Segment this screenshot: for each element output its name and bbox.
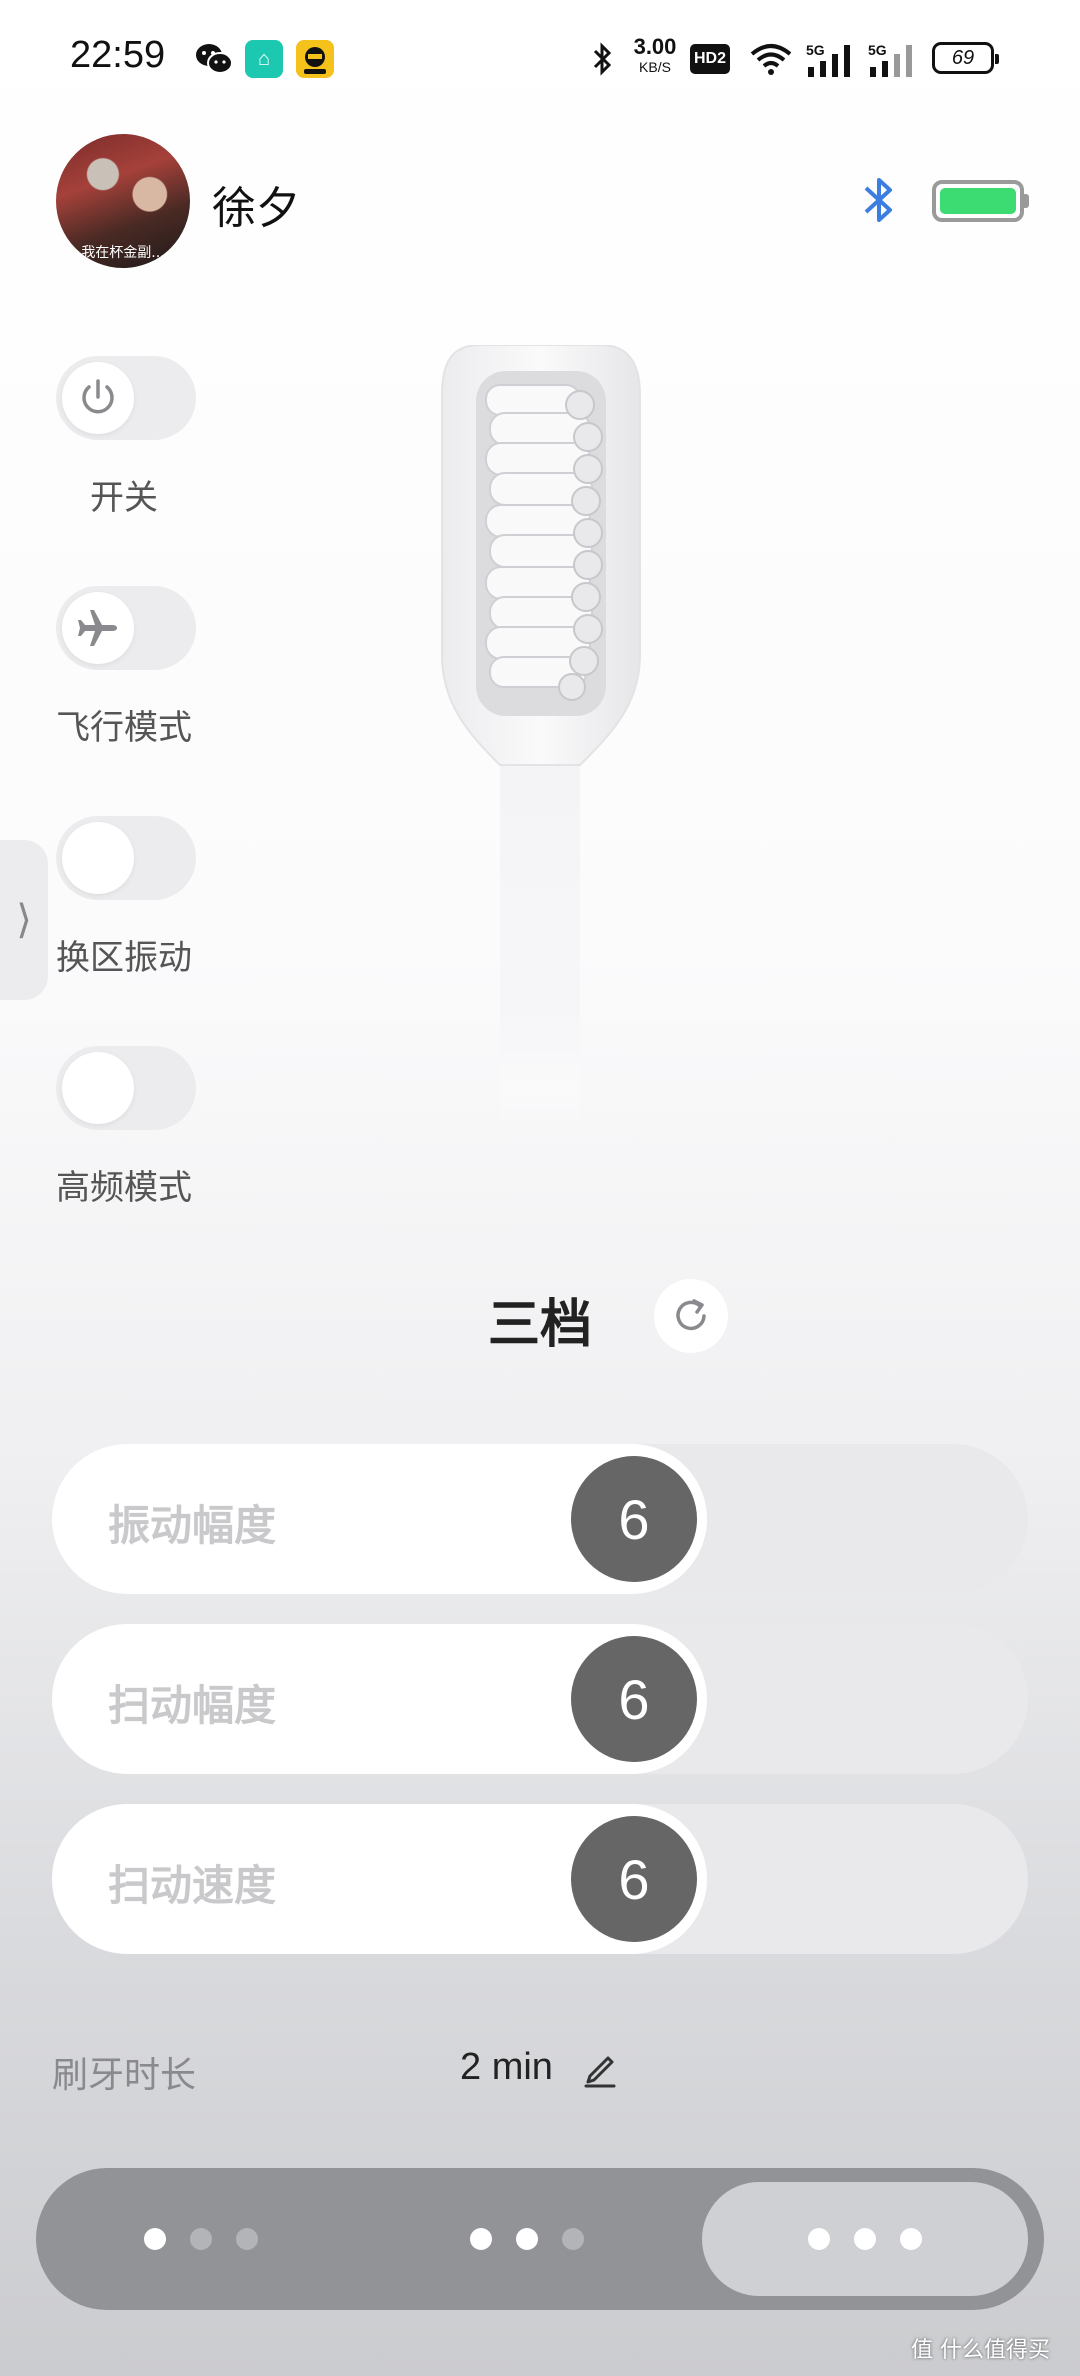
sweep-speed-slider[interactable]: 扫动速度 6 bbox=[52, 1804, 1028, 1954]
zone-vibration-knob bbox=[62, 822, 134, 894]
page-dot bbox=[236, 2228, 258, 2250]
page-dot bbox=[900, 2228, 922, 2250]
signal-5g-icon-2: 5G bbox=[868, 40, 918, 78]
signal1-label: 5G bbox=[806, 42, 825, 58]
wechat-icon bbox=[192, 40, 236, 78]
page-dot bbox=[470, 2228, 492, 2250]
mode-tab-3[interactable] bbox=[702, 2182, 1028, 2296]
user-name[interactable]: 徐夕 bbox=[212, 172, 300, 236]
page-dot bbox=[190, 2228, 212, 2250]
page-dot bbox=[516, 2228, 538, 2250]
network-speed: 3.00 KB/S bbox=[633, 34, 677, 75]
page-dot bbox=[144, 2228, 166, 2250]
app-notification-icon bbox=[296, 40, 334, 78]
slider-label: 扫动速度 bbox=[108, 1861, 277, 1910]
signal2-label: 5G bbox=[868, 42, 887, 58]
page-dot bbox=[562, 2228, 584, 2250]
high-frequency-label: 高频模式 bbox=[56, 1168, 192, 1208]
power-toggle[interactable] bbox=[56, 356, 196, 440]
power-toggle-label: 开关 bbox=[90, 478, 158, 518]
page-dot bbox=[854, 2228, 876, 2250]
status-time: 22:59 bbox=[70, 34, 166, 76]
slider-knob[interactable]: 6 bbox=[571, 1636, 697, 1762]
device-battery-fill bbox=[940, 188, 1016, 214]
bluetooth-icon[interactable] bbox=[858, 174, 902, 226]
zone-vibration-toggle[interactable] bbox=[56, 816, 196, 900]
side-panel-handle[interactable]: ⟩ bbox=[0, 840, 48, 1000]
brushing-duration-label: 刷牙时长 bbox=[52, 2055, 197, 2096]
chevron-right-icon: ⟩ bbox=[16, 897, 32, 943]
mi-home-icon: ⌂ bbox=[245, 40, 283, 78]
slider-knob[interactable]: 6 bbox=[571, 1456, 697, 1582]
slider-knob[interactable]: 6 bbox=[571, 1816, 697, 1942]
mode-title: 三档 bbox=[487, 1295, 592, 1355]
refresh-icon bbox=[676, 1299, 706, 1331]
avatar-caption: 我在杯金副... bbox=[81, 245, 165, 261]
signal-5g-icon: 5G bbox=[806, 40, 856, 78]
high-frequency-toggle[interactable] bbox=[56, 1046, 196, 1130]
sweep-amplitude-slider[interactable]: 扫动幅度 6 bbox=[52, 1624, 1028, 1774]
power-icon bbox=[82, 379, 114, 414]
edit-icon[interactable] bbox=[582, 2048, 618, 2088]
slider-label: 振动幅度 bbox=[108, 1501, 277, 1550]
page-dot bbox=[808, 2228, 830, 2250]
hd-voice-icon: HD2 bbox=[690, 44, 730, 74]
avatar[interactable]: 我在杯金副... bbox=[56, 134, 190, 268]
bottom-mode-switcher bbox=[36, 2168, 1044, 2310]
airplane-icon bbox=[78, 610, 117, 646]
watermark: 值 什么值得买 bbox=[911, 2338, 1050, 2363]
phone-battery-icon: 69 bbox=[932, 42, 999, 74]
brushing-duration-value[interactable]: 2 min bbox=[460, 2046, 553, 2089]
airplane-mode-label: 飞行模式 bbox=[56, 708, 192, 748]
airplane-mode-toggle[interactable] bbox=[56, 586, 196, 670]
zone-vibration-label: 换区振动 bbox=[56, 938, 192, 978]
wifi-icon bbox=[748, 40, 794, 78]
mode-tab-2[interactable] bbox=[372, 2182, 682, 2296]
toothbrush-head-image bbox=[441, 345, 641, 1125]
airplane-toggle-knob bbox=[62, 592, 134, 664]
vibration-amplitude-slider[interactable]: 振动幅度 6 bbox=[52, 1444, 1028, 1594]
device-battery-icon bbox=[932, 180, 1029, 222]
bluetooth-status-icon bbox=[588, 40, 618, 78]
power-toggle-knob bbox=[62, 362, 134, 434]
mode-tab-1[interactable] bbox=[46, 2182, 356, 2296]
slider-label: 扫动幅度 bbox=[108, 1681, 277, 1730]
reset-button[interactable] bbox=[654, 1279, 728, 1353]
high-frequency-knob bbox=[62, 1052, 134, 1124]
phone-battery-level: 69 bbox=[951, 46, 975, 69]
